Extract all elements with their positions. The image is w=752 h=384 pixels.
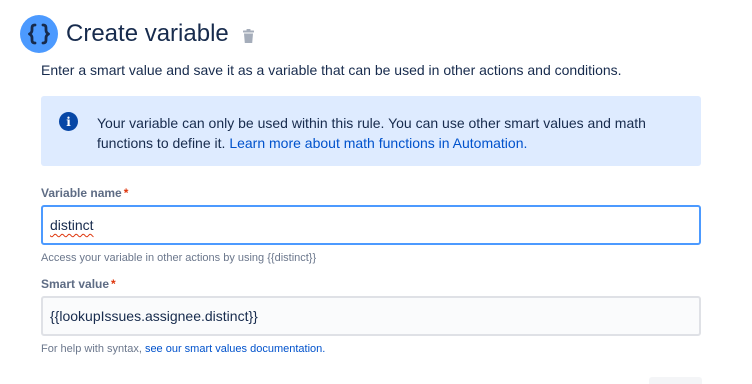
footer-button[interactable] [649, 377, 702, 384]
smart-value-input[interactable]: {{lookupIssues.assignee.distinct}} [41, 296, 701, 336]
description-text: Enter a smart value and save it as a var… [41, 62, 622, 78]
required-marker: * [123, 186, 129, 200]
info-panel: i Your variable can only be used within … [41, 96, 701, 166]
create-variable-panel: Create variable Enter a smart value and … [0, 0, 752, 384]
smart-value-value: {{lookupIssues.assignee.distinct}} [50, 308, 258, 324]
smart-value-helper: For help with syntax, see our smart valu… [41, 343, 325, 355]
math-functions-link[interactable]: Learn more about math functions in Autom… [229, 135, 527, 151]
header: Create variable [20, 14, 254, 54]
variable-name-label-text: Variable name [41, 186, 122, 200]
info-message: Your variable can only be used within th… [97, 113, 687, 153]
variable-name-label: Variable name * [41, 186, 128, 200]
trash-icon[interactable] [242, 29, 254, 43]
variable-name-input[interactable]: distinct [41, 205, 701, 245]
smart-values-docs-link[interactable]: see our smart values documentation. [145, 343, 325, 355]
curly-braces-icon [20, 15, 58, 53]
variable-name-helper: Access your variable in other actions by… [41, 252, 317, 264]
variable-name-value: distinct [50, 217, 94, 233]
smart-value-label: Smart value * [41, 277, 116, 291]
required-marker: * [111, 277, 116, 291]
info-icon: i [59, 112, 78, 131]
page-title: Create variable [66, 20, 229, 47]
smart-value-helper-text: For help with syntax, [41, 343, 142, 355]
smart-value-label-text: Smart value [41, 277, 110, 291]
